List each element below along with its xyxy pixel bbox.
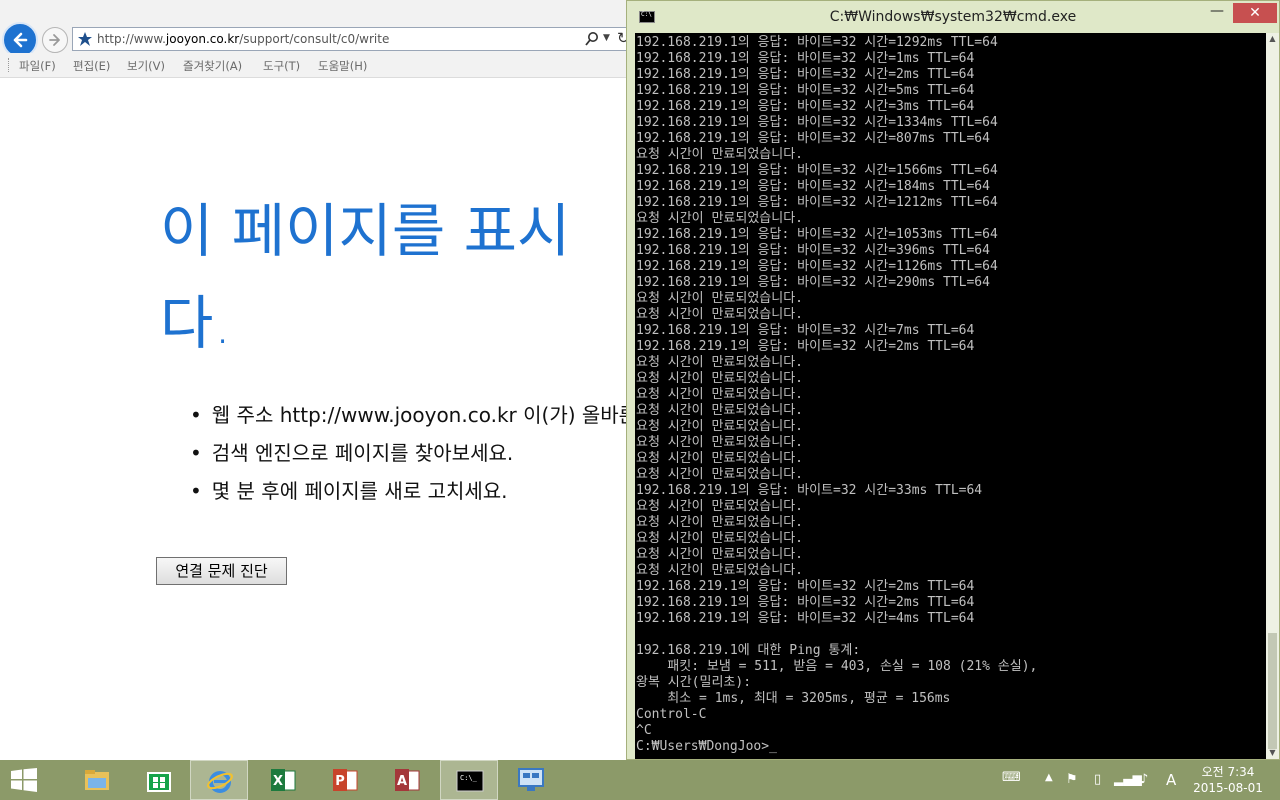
taskbar-app[interactable]: P	[316, 760, 374, 800]
scrollbar-thumb[interactable]	[1268, 633, 1277, 749]
chevron-down-icon[interactable]: ▼	[603, 33, 610, 43]
keyboard-icon[interactable]: ⌨	[1002, 770, 1021, 785]
windows-start-icon[interactable]	[10, 768, 38, 792]
cmd-icon: C:\_	[456, 770, 484, 792]
menu-edit[interactable]: 편집(E)	[73, 58, 110, 74]
browser-toolbar: http://www.jooyon.co.kr/support/consult/…	[0, 0, 632, 58]
forward-button[interactable]	[42, 27, 68, 53]
cmd-titlebar[interactable]: C:₩Windows₩system32₩cmd.exe — ✕	[627, 1, 1279, 33]
menu-grip	[8, 58, 11, 72]
action-center-flag-icon[interactable]: ⚑	[1066, 772, 1078, 787]
volume-icon[interactable]: ♪	[1140, 772, 1148, 787]
error-heading-line1: 이 페이지를 표시	[160, 197, 571, 265]
search-icon[interactable]	[585, 31, 599, 47]
taskbar: X P A C:\_ ⌨ ▲ ⚑ ▯ ▂▄▆ ♪ A 오전 7:34 2015-…	[0, 760, 1280, 800]
clock[interactable]: 오전 7:34 2015-08-01	[1188, 764, 1268, 796]
taskbar-app-active[interactable]: C:\_	[440, 760, 498, 800]
menu-help[interactable]: 도움말(H)	[318, 58, 367, 74]
taskbar-app[interactable]	[502, 760, 560, 800]
clock-date: 2015-08-01	[1193, 781, 1263, 795]
clock-time: 오전 7:34	[1201, 765, 1255, 779]
menu-tools[interactable]: 도구(T)	[263, 58, 300, 74]
taskbar-app[interactable]	[68, 760, 126, 800]
store-icon	[147, 772, 171, 792]
scroll-up-icon[interactable]: ▲	[1266, 33, 1279, 45]
cmd-window: C:₩Windows₩system32₩cmd.exe — ✕ 192.168.…	[626, 0, 1280, 760]
url-text: http://www.jooyon.co.kr/support/consult/…	[97, 32, 390, 46]
taskbar-app[interactable]: X	[254, 760, 312, 800]
menu-file[interactable]: 파일(F)	[19, 58, 56, 74]
cmd-window-title: C:₩Windows₩system32₩cmd.exe	[829, 9, 1077, 25]
remote-desktop-icon	[518, 768, 544, 791]
console-text: 192.168.219.1의 응답: 바이트=32 시간=1292ms TTL=…	[636, 35, 1038, 754]
battery-icon[interactable]: ▯	[1094, 772, 1101, 787]
svg-text:X: X	[273, 774, 283, 789]
diagnose-connection-button[interactable]: 연결 문제 진단	[156, 557, 287, 585]
svg-text:A: A	[397, 774, 407, 789]
internet-explorer-icon	[207, 771, 233, 793]
menu-view[interactable]: 보기(V)	[127, 58, 165, 74]
menu-favorites[interactable]: 즐겨찾기(A)	[183, 58, 242, 74]
taskbar-app-active[interactable]	[190, 760, 248, 800]
file-explorer-icon	[85, 770, 109, 790]
excel-icon: X	[271, 769, 296, 791]
show-hidden-icons-icon[interactable]: ▲	[1045, 772, 1053, 783]
signal-icon[interactable]: ▂▄▆	[1114, 772, 1142, 786]
error-heading: 이 페이지를 표시 다.	[160, 185, 630, 369]
svg-text:C:\_: C:\_	[460, 774, 478, 782]
taskbar-app[interactable]	[130, 760, 188, 800]
taskbar-app[interactable]: A	[378, 760, 436, 800]
access-icon: A	[395, 769, 420, 791]
forward-arrow-icon	[49, 34, 60, 46]
site-favicon-icon	[78, 32, 92, 46]
scroll-down-icon[interactable]: ▼	[1266, 747, 1279, 759]
error-heading-line2: 다.	[160, 289, 232, 357]
cursor: _	[769, 739, 777, 754]
menu-bar: 파일(F) 편집(E) 보기(V) 즐겨찾기(A) 도구(T) 도움말(H)	[0, 53, 630, 78]
console-output[interactable]: 192.168.219.1의 응답: 바이트=32 시간=1292ms TTL=…	[635, 33, 1279, 759]
address-bar[interactable]: http://www.jooyon.co.kr/support/consult/…	[72, 27, 632, 51]
back-arrow-icon	[13, 32, 28, 48]
close-button[interactable]: ✕	[1233, 3, 1277, 23]
browser-window: http://www.jooyon.co.kr/support/consult/…	[0, 0, 760, 760]
powerpoint-icon: P	[333, 769, 358, 791]
ime-indicator[interactable]: A	[1166, 771, 1176, 789]
minimize-button[interactable]: —	[1203, 3, 1231, 23]
scrollbar[interactable]: ▲ ▼	[1266, 33, 1279, 759]
svg-text:P: P	[335, 774, 345, 789]
